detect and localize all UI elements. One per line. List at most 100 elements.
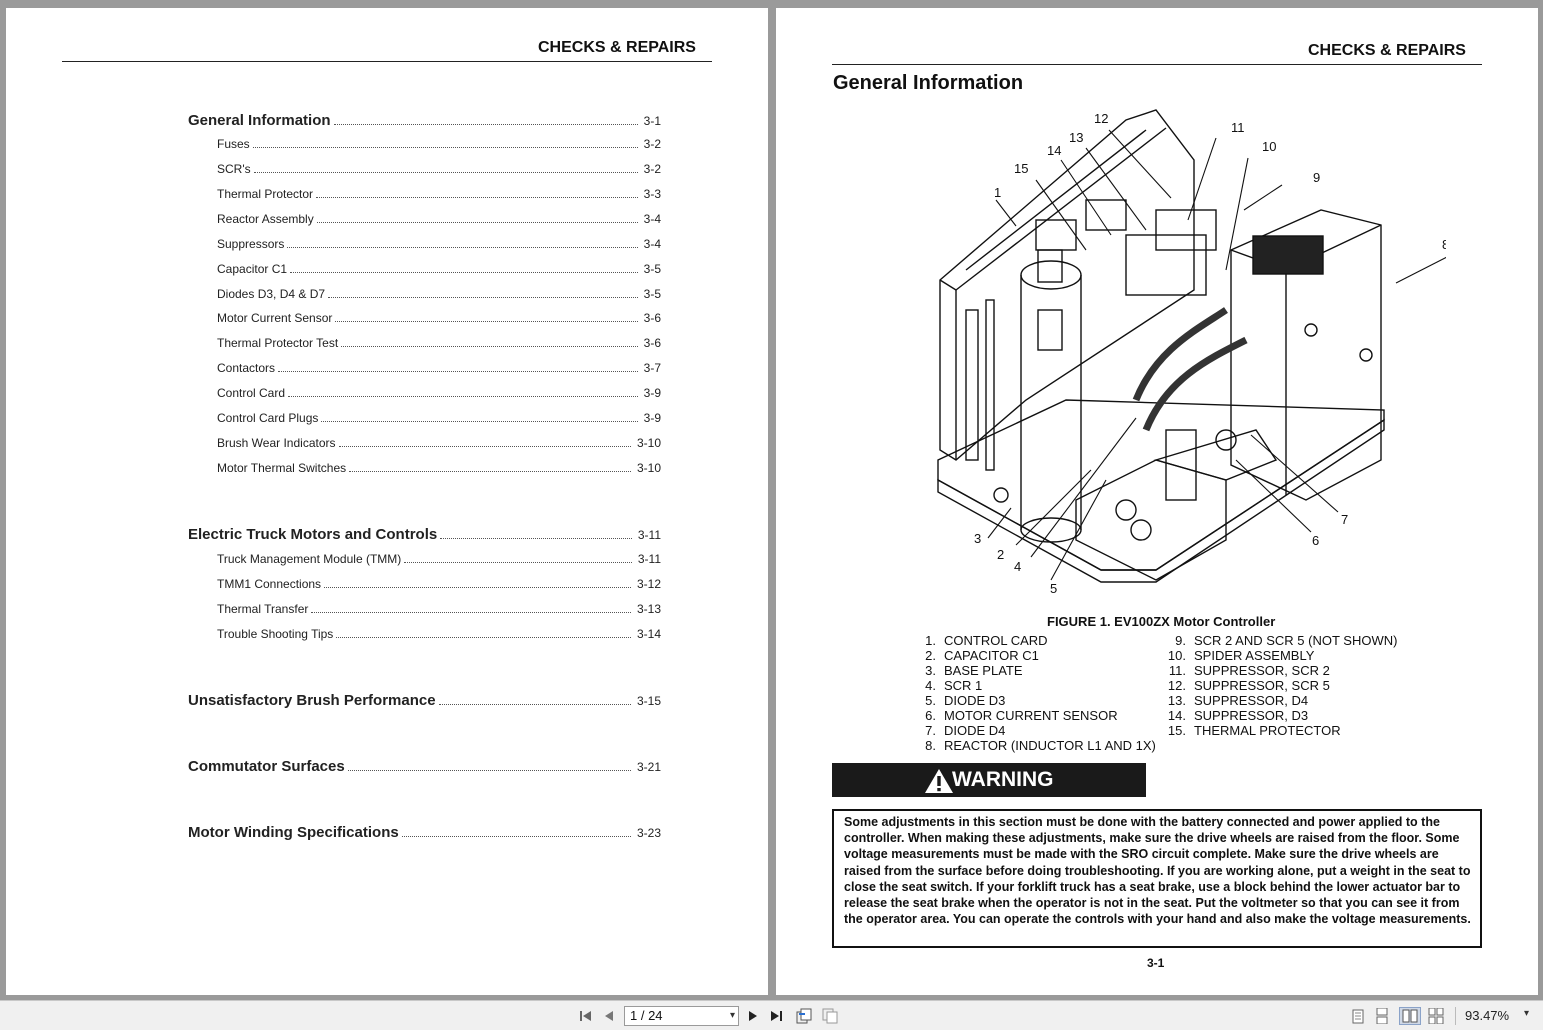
toc-leader-dots bbox=[316, 197, 638, 198]
toc-entry-label: Truck Management Module (TMM) bbox=[217, 552, 402, 566]
page-number-input[interactable]: 1 / 24 ▾ bbox=[624, 1006, 739, 1026]
toc-entry[interactable]: Reactor Assembly 3-4 bbox=[217, 212, 661, 226]
toc-entry[interactable]: Control Card 3-9 bbox=[217, 386, 661, 400]
toc-entry[interactable]: Brush Wear Indicators 3-10 bbox=[217, 436, 661, 450]
legend-item-number: 14. bbox=[1167, 708, 1186, 723]
toc-entry[interactable]: SCR's 3-2 bbox=[217, 162, 661, 176]
legend-item: 13. SUPPRESSOR, D4 bbox=[1166, 693, 1308, 708]
toc-entry-label: Unsatisfactory Brush Performance bbox=[188, 692, 436, 709]
toc-leader-dots bbox=[404, 562, 632, 563]
go-back-view-icon[interactable] bbox=[795, 1007, 813, 1025]
toc-entry[interactable]: Suppressors 3-4 bbox=[217, 237, 661, 251]
legend-item: 2. CAPACITOR C1 bbox=[916, 648, 1039, 663]
toc-leader-dots bbox=[278, 371, 638, 372]
continuous-page-icon[interactable] bbox=[1373, 1007, 1391, 1025]
toc-entry[interactable]: TMM1 Connections 3-12 bbox=[217, 577, 661, 591]
toc-entry[interactable]: Motor Thermal Switches 3-10 bbox=[217, 461, 661, 475]
toc-entry[interactable]: Motor Winding Specifications 3-23 bbox=[188, 824, 661, 841]
toc-entry[interactable]: General Information 3-1 bbox=[188, 112, 661, 129]
chevron-down-icon[interactable]: ▾ bbox=[730, 1007, 735, 1025]
toc-entry-page: 3-4 bbox=[643, 237, 661, 251]
toc-entry-page: 3-9 bbox=[643, 386, 661, 400]
callout-9: 9 bbox=[1313, 170, 1320, 185]
legend-item: 7. DIODE D4 bbox=[916, 723, 1005, 738]
toc-leader-dots bbox=[288, 396, 638, 397]
next-page-icon[interactable] bbox=[744, 1007, 762, 1025]
right-page: CHECKS & REPAIRS General Information 1 2… bbox=[776, 8, 1538, 995]
toc-entry[interactable]: Thermal Protector 3-3 bbox=[217, 187, 661, 201]
legend-item-number: 3. bbox=[925, 663, 936, 678]
legend-item-text: DIODE D3 bbox=[944, 693, 1006, 708]
legend-item-number: 1. bbox=[925, 633, 936, 648]
legend-item: 10. SPIDER ASSEMBLY bbox=[1166, 648, 1315, 663]
toc-entry[interactable]: Unsatisfactory Brush Performance 3-15 bbox=[188, 692, 661, 709]
toc-leader-dots bbox=[335, 321, 638, 322]
toc-leader-dots bbox=[253, 172, 638, 173]
legend-item: 4. SCR 1 bbox=[916, 678, 982, 693]
previous-page-icon[interactable] bbox=[600, 1007, 618, 1025]
toc-entry-label: Fuses bbox=[217, 137, 250, 151]
legend-item-number: 5. bbox=[925, 693, 936, 708]
toc-leader-dots bbox=[341, 346, 638, 347]
toc-leader-dots bbox=[324, 587, 631, 588]
toc-entry[interactable]: Thermal Protector Test 3-6 bbox=[217, 336, 661, 350]
toc-entry-page: 3-6 bbox=[643, 311, 661, 325]
first-page-icon[interactable] bbox=[577, 1007, 595, 1025]
go-forward-view-icon[interactable] bbox=[821, 1007, 839, 1025]
document-viewport[interactable]: CHECKS & REPAIRS General Information 3-1 F… bbox=[0, 0, 1543, 1000]
legend-item-number: 12. bbox=[1167, 678, 1186, 693]
toc-entry[interactable]: Electric Truck Motors and Controls 3-11 bbox=[188, 526, 661, 543]
toc-entry-label: Electric Truck Motors and Controls bbox=[188, 526, 438, 543]
legend-item-text: THERMAL PROTECTOR bbox=[1194, 723, 1341, 738]
toc-entry-label: TMM1 Connections bbox=[217, 577, 322, 591]
toc-entry[interactable]: Thermal Transfer 3-13 bbox=[217, 602, 661, 616]
toc-entry-label: Thermal Protector bbox=[217, 187, 314, 201]
toc-entry-page: 3-11 bbox=[637, 552, 661, 566]
toc-entry-page: 3-9 bbox=[643, 411, 661, 425]
page-header-right: CHECKS & REPAIRS bbox=[1308, 42, 1466, 59]
single-page-icon[interactable] bbox=[1349, 1007, 1367, 1025]
toc-leader-dots bbox=[311, 612, 631, 613]
toc-entry-page: 3-5 bbox=[643, 262, 661, 276]
toc-entry-page: 3-10 bbox=[636, 461, 661, 475]
page-header-left: CHECKS & REPAIRS bbox=[538, 39, 696, 56]
toc-entry[interactable]: Motor Current Sensor 3-6 bbox=[217, 311, 661, 325]
toc-leader-dots bbox=[252, 147, 638, 148]
toc-entry-label: Commutator Surfaces bbox=[188, 758, 345, 775]
callout-2: 2 bbox=[997, 547, 1004, 562]
toc-entry[interactable]: Diodes D3, D4 & D7 3-5 bbox=[217, 287, 661, 301]
toc-entry-page: 3-13 bbox=[636, 602, 661, 616]
toc-leader-dots bbox=[287, 247, 638, 248]
legend-item: 3. BASE PLATE bbox=[916, 663, 1022, 678]
toc-entry[interactable]: Truck Management Module (TMM) 3-11 bbox=[217, 552, 661, 566]
zoom-dropdown-icon[interactable]: ▾ bbox=[1524, 1008, 1529, 1019]
last-page-icon[interactable] bbox=[768, 1007, 786, 1025]
toc-entry-label: Control Card Plugs bbox=[217, 411, 319, 425]
toc-entry[interactable]: Capacitor C1 3-5 bbox=[217, 262, 661, 276]
toc-leader-dots bbox=[347, 770, 631, 771]
toc-entry-label: Diodes D3, D4 & D7 bbox=[217, 287, 326, 301]
toc-entry-page: 3-14 bbox=[636, 627, 661, 641]
toc-entry[interactable]: Commutator Surfaces 3-21 bbox=[188, 758, 661, 775]
toc-entry-page: 3-1 bbox=[643, 114, 661, 128]
toc-entry[interactable]: Control Card Plugs 3-9 bbox=[217, 411, 661, 425]
viewer-toolbar: 1 / 24 ▾ 93.47% ▾ bbox=[0, 1000, 1543, 1030]
legend-item-number: 4. bbox=[925, 678, 936, 693]
callout-10: 10 bbox=[1262, 139, 1276, 154]
toc-entry-page: 3-6 bbox=[643, 336, 661, 350]
callout-3: 3 bbox=[974, 531, 981, 546]
toc-entry[interactable]: Fuses 3-2 bbox=[217, 137, 661, 151]
zoom-level[interactable]: 93.47% bbox=[1465, 1008, 1509, 1023]
legend-item-text: REACTOR (INDUCTOR L1 AND 1X) bbox=[944, 738, 1156, 753]
legend-item-number: 6. bbox=[925, 708, 936, 723]
two-page-continuous-icon[interactable] bbox=[1427, 1007, 1445, 1025]
two-page-icon[interactable] bbox=[1399, 1007, 1421, 1025]
toc-entry-page: 3-23 bbox=[636, 826, 661, 840]
toc-entry[interactable]: Contactors 3-7 bbox=[217, 361, 661, 375]
toc-leader-dots bbox=[338, 446, 631, 447]
toc-entry-page: 3-11 bbox=[637, 528, 661, 542]
toc-entry[interactable]: Trouble Shooting Tips 3-14 bbox=[217, 627, 661, 641]
warning-label: WARNING bbox=[952, 768, 1054, 791]
warning-banner: WARNING bbox=[832, 763, 1146, 797]
legend-item-text: SUPPRESSOR, SCR 5 bbox=[1194, 678, 1330, 693]
